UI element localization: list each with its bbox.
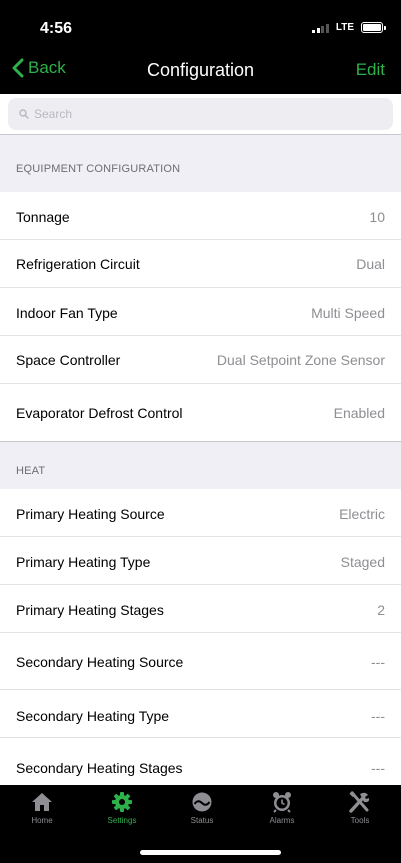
search-field[interactable] xyxy=(8,98,393,130)
list-item[interactable]: Refrigeration Circuit Dual xyxy=(0,240,401,288)
list-item[interactable]: Tonnage 10 xyxy=(0,192,401,240)
home-indicator xyxy=(140,850,281,855)
list-item[interactable]: Secondary Heating Source --- xyxy=(0,633,401,690)
tab-status[interactable]: Status xyxy=(162,791,242,825)
tab-label: Settings xyxy=(107,816,137,825)
row-value: --- xyxy=(371,708,385,724)
tab-label: Status xyxy=(190,816,214,825)
row-label: Primary Heating Type xyxy=(16,554,151,570)
heat-configuration-list: Primary Heating Source Electric Primary … xyxy=(0,489,401,785)
list-item[interactable]: Indoor Fan Type Multi Speed xyxy=(0,288,401,336)
cellular-signal-icon xyxy=(312,23,329,33)
row-label: Secondary Heating Source xyxy=(16,654,184,670)
tab-label: Home xyxy=(31,816,53,825)
gear-icon xyxy=(112,792,132,812)
list-item[interactable]: Primary Heating Source Electric xyxy=(0,489,401,537)
row-label: Secondary Heating Type xyxy=(16,708,170,724)
tab-alarms[interactable]: Alarms xyxy=(242,791,322,825)
row-value: Staged xyxy=(340,554,385,570)
status-bar: 4:56 LTE xyxy=(0,0,401,46)
row-label: Tonnage xyxy=(16,209,70,225)
home-icon xyxy=(32,793,52,811)
network-type: LTE xyxy=(335,22,354,33)
row-value: Multi Speed xyxy=(311,305,385,321)
row-value: 2 xyxy=(377,602,385,618)
row-label: Secondary Heating Stages xyxy=(16,760,183,776)
tab-label: Alarms xyxy=(269,816,295,825)
row-value: Dual xyxy=(356,256,385,272)
row-label: Space Controller xyxy=(16,352,121,368)
equipment-configuration-list: Tonnage 10 Refrigeration Circuit Dual In… xyxy=(0,192,401,441)
search-icon xyxy=(19,109,29,119)
row-value: --- xyxy=(371,654,385,670)
row-value: --- xyxy=(371,760,385,776)
battery-icon xyxy=(361,22,386,33)
row-value: Dual Setpoint Zone Sensor xyxy=(216,352,385,368)
row-label: Indoor Fan Type xyxy=(16,305,118,321)
row-value: Electric xyxy=(339,506,385,522)
tab-label: Tools xyxy=(350,816,370,825)
list-item[interactable]: Space Controller Dual Setpoint Zone Sens… xyxy=(0,336,401,384)
tab-settings[interactable]: Settings xyxy=(82,791,162,825)
tools-icon xyxy=(349,791,370,813)
edit-button[interactable]: Edit xyxy=(356,60,385,80)
section-title: HEAT xyxy=(16,465,46,477)
tab-tools[interactable]: Tools xyxy=(320,791,400,825)
section-header-heat: HEAT xyxy=(0,441,401,489)
search-bar xyxy=(0,94,401,134)
row-label: Primary Heating Stages xyxy=(16,602,164,618)
status-indicators: LTE xyxy=(312,22,386,33)
row-label: Refrigeration Circuit xyxy=(16,256,140,272)
row-value: 10 xyxy=(369,209,385,225)
search-input[interactable] xyxy=(34,107,334,121)
alarm-clock-icon xyxy=(273,792,291,813)
navigation-bar: Back Configuration Edit xyxy=(0,46,401,94)
section-header-equipment: EQUIPMENT CONFIGURATION xyxy=(0,134,401,192)
list-item[interactable]: Primary Heating Type Staged xyxy=(0,537,401,585)
row-label: Evaporator Defrost Control xyxy=(16,405,183,421)
list-item[interactable]: Secondary Heating Stages --- xyxy=(0,738,401,785)
list-item[interactable]: Primary Heating Stages 2 xyxy=(0,585,401,633)
row-value: Enabled xyxy=(333,405,385,421)
list-item[interactable]: Secondary Heating Type --- xyxy=(0,690,401,738)
tab-home[interactable]: Home xyxy=(2,791,82,825)
page-title: Configuration xyxy=(146,60,255,80)
section-title: EQUIPMENT CONFIGURATION xyxy=(16,163,181,175)
tab-bar: Home Settings Status Alarms Tools xyxy=(0,785,401,863)
row-label: Primary Heating Source xyxy=(16,506,165,522)
status-time: 4:56 xyxy=(40,20,73,37)
gauge-icon xyxy=(192,792,212,812)
list-item[interactable]: Evaporator Defrost Control Enabled xyxy=(0,384,401,441)
